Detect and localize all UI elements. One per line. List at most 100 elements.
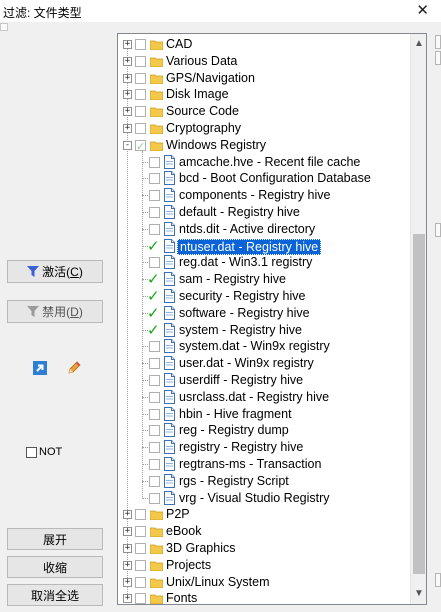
tree-file-type-item[interactable]: default - Registry hive [118,204,408,221]
tree-checkbox[interactable] [149,156,160,168]
tree-folder-item[interactable]: + GPS/Navigation [118,70,408,87]
tree-checkbox[interactable] [135,55,146,67]
tree-folder-item[interactable]: + eBook [118,523,408,540]
tree-folder-item[interactable]: + Unix/Linux System [118,574,408,591]
checkmark-icon[interactable]: ✓ [147,270,160,288]
tree-folder-item[interactable]: + Source Code [118,103,408,120]
jump-button[interactable] [28,356,52,380]
checkmark-icon[interactable]: ✓ [147,304,160,322]
scroll-down-icon[interactable]: ▼ [411,586,426,602]
expand-node-icon[interactable]: + [123,577,132,587]
expand-node-icon[interactable]: + [123,544,132,553]
tree-folder-item[interactable]: + Various Data [118,53,408,70]
expand-node-icon[interactable]: + [123,90,132,100]
tree-file-type-item[interactable]: ✓ software - Registry hive [118,304,408,322]
tree-checkbox[interactable] [149,223,160,235]
tree-checkbox[interactable] [149,375,160,386]
tree-checkbox[interactable] [149,459,160,470]
tree-checkbox[interactable] [135,593,146,604]
tree-file-type-item[interactable]: ✓ system - Registry hive [118,321,408,339]
activate-button[interactable]: 激活(C) [7,260,103,283]
expand-node-icon[interactable]: + [123,124,132,133]
tree-file-type-item[interactable]: components - Registry hive [118,187,408,204]
tree-checkbox[interactable] [149,408,160,420]
tree-checkbox[interactable] [135,526,146,538]
tree-checkbox[interactable] [149,492,160,504]
scroll-up-icon[interactable]: ▲ [411,36,426,52]
tree-checkbox[interactable] [135,509,146,521]
tree-checkbox[interactable] [149,425,160,437]
tree-checkbox[interactable] [135,72,146,84]
tree-file-type-item[interactable]: hbin - Hive fragment [118,406,408,423]
tree-guide-line [142,363,148,365]
disable-button[interactable]: 禁用(D) [7,300,103,323]
tree-file-type-item[interactable]: bcd - Boot Configuration Database [118,170,408,187]
checkmark-icon[interactable]: ✓ [147,287,160,305]
tree-file-type-item[interactable]: usrclass.dat - Registry hive [118,389,408,406]
tree-checkbox[interactable] [149,391,160,403]
tree-folder-item[interactable]: +3D Graphics [118,540,408,557]
edit-button[interactable] [62,356,86,380]
tree-checkbox[interactable] [149,442,160,454]
tree-checkbox[interactable] [135,123,146,134]
tree-checkbox[interactable] [149,190,160,202]
deselect-all-button[interactable]: 取消全选 [7,584,103,606]
collapse-button[interactable]: 收缩 [7,556,103,578]
tree-file-type-item[interactable]: registry - Registry hive [118,439,408,456]
tree-checkbox[interactable] [149,358,160,370]
close-icon[interactable]: ✕ [416,1,429,19]
tree-checkbox[interactable] [149,257,160,269]
tree-checkbox[interactable] [135,576,146,588]
tree-item-label: sam - Registry hive [179,272,286,287]
tree-checkbox[interactable] [135,559,146,571]
tree-file-type-item[interactable]: vrg - Visual Studio Registry [118,490,408,507]
tree-checkbox[interactable] [135,543,146,554]
tree-checkbox[interactable] [135,39,146,50]
checkmark-icon[interactable]: ✓ [147,237,160,255]
expand-node-icon[interactable]: + [123,527,132,537]
scrollbar-thumb[interactable] [413,234,425,574]
tree-folder-item[interactable]: + CAD [118,36,408,53]
tree-guide-line [142,380,148,381]
tree-file-type-item[interactable]: userdiff - Registry hive [118,372,408,389]
expand-node-icon[interactable]: + [123,594,132,604]
tree-folder-item[interactable]: + P2P [118,506,408,523]
not-checkbox-box[interactable] [26,446,37,458]
tree-file-type-item[interactable]: regtrans-ms - Transaction [118,456,408,473]
tree-file-type-item[interactable]: ✓ security - Registry hive [118,287,408,305]
tree-file-type-item[interactable]: ntds.dit - Active directory [118,221,408,238]
tree-checkbox[interactable] [149,173,160,185]
tree-file-type-item[interactable]: amcache.hve - Recent file cache [118,154,408,171]
tree-folder-item[interactable]: - ✓ Windows Registry [118,137,408,154]
tree-checkbox[interactable] [149,475,160,487]
expand-node-icon[interactable]: + [123,56,132,66]
expand-node-icon[interactable]: + [123,40,132,49]
expand-button[interactable]: 展开 [7,528,103,550]
tree-checkbox[interactable] [149,207,160,218]
tree-checkbox[interactable]: ✓ [135,139,146,153]
tree-folder-item[interactable]: + Cryptography [118,120,408,137]
resize-grip[interactable] [0,23,8,31]
tree-file-type-item[interactable]: reg - Registry dump [118,422,408,439]
expand-node-icon[interactable]: + [123,107,132,117]
tree-file-type-item[interactable]: user.dat - Win9x registry [118,355,408,372]
collapse-node-icon[interactable]: - [123,140,132,150]
tree-checkbox[interactable] [135,106,146,118]
tree-checkbox[interactable] [135,89,146,101]
not-checkbox[interactable]: NOT [26,446,62,458]
tree-folder-item[interactable]: + Projects [118,557,408,574]
tree-file-type-item[interactable]: ✓ sam - Registry hive [118,270,408,288]
tree-file-type-item[interactable]: ✓ ntuser.dat - Registry hive [118,237,408,255]
checkmark-icon[interactable]: ✓ [147,321,160,339]
tree-folder-item[interactable]: + Disk Image [118,86,408,103]
expand-node-icon[interactable]: + [123,510,132,520]
vertical-scrollbar[interactable]: ▲ ▼ [410,34,426,604]
tree-file-type-item[interactable]: system.dat - Win9x registry [118,338,408,355]
expand-node-icon[interactable]: + [123,560,132,570]
expand-node-icon[interactable]: + [123,73,132,83]
tree-file-type-item[interactable]: rgs - Registry Script [118,473,408,490]
file-type-tree[interactable]: + CAD + Various Data + GPS/Navigation + Disk Im… [117,33,427,605]
tree-checkbox[interactable] [149,341,160,353]
tree-folder-item[interactable]: + Fonts [118,590,408,604]
tree-file-type-item[interactable]: reg.dat - Win3.1 registry [118,254,408,271]
